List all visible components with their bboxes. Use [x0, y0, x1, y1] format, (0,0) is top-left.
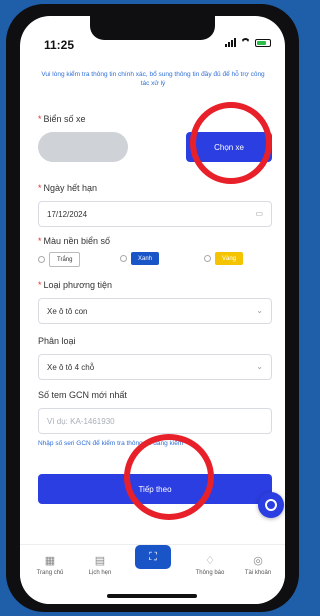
radio-icon — [38, 256, 45, 263]
phone-frame: 11:25 Vui lòng kiểm tra thông tin chính … — [6, 4, 299, 612]
gcn-placeholder: Vì dụ: KA-1461930 — [47, 416, 115, 426]
highlight-ring-next — [124, 434, 214, 520]
tab-notifications[interactable]: ♢ Thông báo — [190, 555, 230, 576]
plate-color-blue-label: Xanh — [131, 252, 160, 265]
expiry-date-value: 17/12/2024 — [47, 209, 88, 219]
tab-account[interactable]: ◎ Tài khoản — [238, 555, 278, 576]
radio-icon — [204, 255, 211, 262]
category-value: Xe ô tô 4 chỗ — [47, 362, 95, 372]
chevron-down-icon: ⌄ — [256, 306, 263, 315]
wifi-icon — [240, 38, 251, 47]
plate-color-blue-option[interactable]: Xanh — [120, 252, 160, 265]
plate-label: * Biển số xe — [38, 114, 86, 124]
gcn-label: Số tem GCN mới nhất — [38, 390, 127, 400]
scan-icon: ⛶ — [149, 550, 157, 563]
expiry-label: * Ngày hết hạn — [38, 183, 98, 193]
notch — [90, 16, 215, 40]
info-notice: Vui lòng kiểm tra thông tin chính xác, b… — [41, 71, 265, 87]
gcn-input[interactable]: Vì dụ: KA-1461930 — [38, 408, 272, 434]
status-icons — [225, 38, 271, 47]
tab-appointments[interactable]: ▤ Lịch hẹn — [80, 555, 120, 576]
status-time: 11:25 — [44, 38, 75, 52]
tab-home-label: Trang chủ — [36, 570, 64, 576]
plate-color-label: * Màu nền biển số — [38, 236, 111, 246]
tab-appointments-label: Lịch hẹn — [88, 570, 112, 576]
vehicle-type-value: Xe ô tô con — [47, 306, 88, 316]
tab-account-label: Tài khoản — [244, 570, 272, 576]
expiry-date-field[interactable]: 17/12/2024 ▭ — [38, 201, 272, 227]
app-screen: 11:25 Vui lòng kiểm tra thông tin chính … — [20, 16, 285, 604]
plate-color-yellow-option[interactable]: Vàng — [204, 252, 244, 265]
vehicle-type-label: * Loại phương tiện — [38, 280, 112, 290]
battery-icon — [255, 38, 271, 47]
tab-notifications-label: Thông báo — [195, 570, 225, 576]
category-select[interactable]: Xe ô tô 4 chỗ ⌄ — [38, 354, 272, 380]
calendar-icon: ▭ — [255, 209, 263, 218]
plate-color-white-label: Trắng — [49, 252, 81, 267]
plate-color-white-option[interactable]: Trắng — [38, 252, 81, 267]
home-indicator — [107, 594, 197, 598]
category-label: Phân loại — [38, 336, 76, 346]
calendar-icon: ▤ — [94, 555, 106, 567]
chat-fab-button[interactable] — [258, 492, 284, 518]
plate-color-yellow-label: Vàng — [215, 252, 244, 265]
bell-icon: ♢ — [205, 555, 215, 567]
vehicle-type-select[interactable]: Xe ô tô con ⌄ — [38, 298, 272, 324]
grid-icon: ▦ — [44, 555, 56, 567]
chevron-down-icon: ⌄ — [256, 362, 263, 371]
user-icon: ◎ — [253, 555, 263, 567]
signal-icon — [225, 38, 236, 47]
tab-home[interactable]: ▦ Trang chủ — [30, 555, 70, 576]
scan-tab-button[interactable]: ⛶ — [135, 545, 171, 569]
radio-icon — [120, 255, 127, 262]
highlight-ring-choose-vehicle — [190, 102, 272, 184]
plate-color-options: Trắng Xanh Vàng — [38, 248, 278, 268]
plate-number-value — [38, 132, 128, 162]
